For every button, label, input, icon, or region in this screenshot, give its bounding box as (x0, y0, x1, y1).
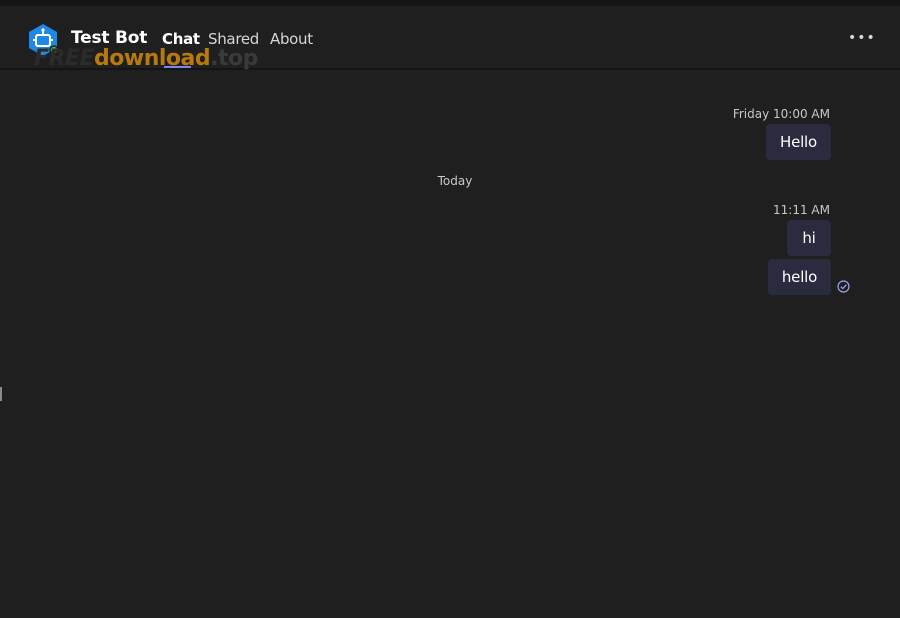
more-options-icon[interactable]: ••• (848, 28, 875, 48)
message-timestamp: 11:11 AM (773, 203, 830, 217)
teams-chat-window: Test Bot Chat Shared About ••• FREEdownl… (0, 0, 900, 618)
tab-about[interactable]: About (270, 30, 313, 48)
date-divider: Today (437, 174, 473, 188)
message-bubble[interactable]: Hello (766, 124, 831, 160)
message-bubble[interactable]: hi (787, 220, 831, 256)
watermark-top: .top (210, 46, 258, 71)
watermark-download: download (94, 46, 211, 71)
window-edge-marker (0, 387, 2, 401)
watermark-free: FREE (34, 46, 95, 71)
read-receipt-icon (837, 280, 850, 293)
message-timestamp: Friday 10:00 AM (732, 107, 830, 121)
watermark: FREEdownload.top (34, 44, 258, 74)
message-bubble[interactable]: hello (768, 259, 831, 295)
